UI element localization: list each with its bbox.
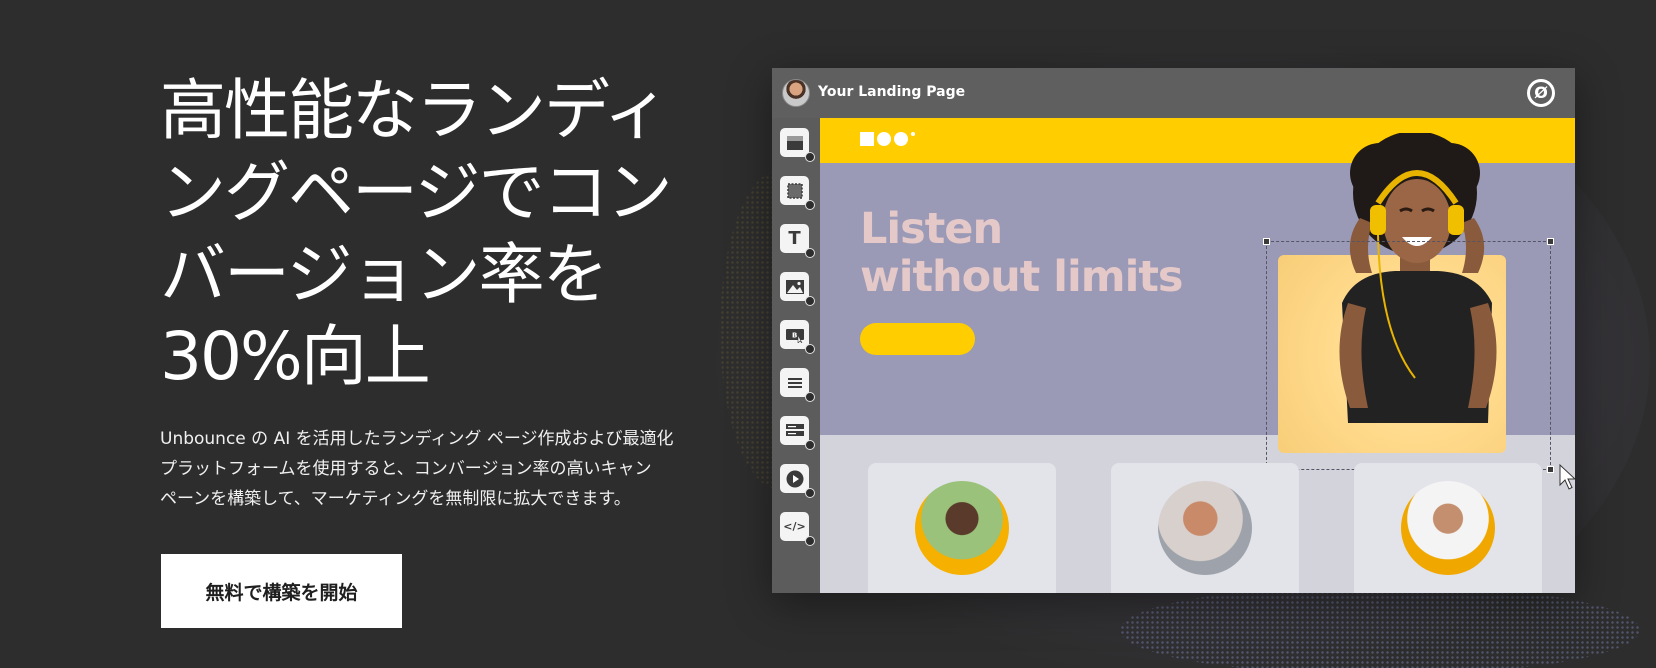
hero-title: 高性能なランディ ングページでコン バージョン率を 30%向上 xyxy=(160,72,673,395)
listener-card[interactable] xyxy=(1111,463,1299,593)
mouse-cursor-icon xyxy=(1559,463,1575,490)
resize-handle[interactable] xyxy=(1263,238,1270,245)
decorative-dots-bottom xyxy=(1120,585,1640,668)
selection-box[interactable] xyxy=(1263,238,1554,473)
tool-badge-icon xyxy=(805,392,815,402)
listener-photo-avatar xyxy=(1158,481,1252,575)
tool-badge-icon xyxy=(805,296,815,306)
editor-canvas[interactable]: Listen without limits xyxy=(820,118,1575,593)
box-tool-icon[interactable] xyxy=(780,176,815,210)
video-tool-icon[interactable] xyxy=(780,464,815,498)
user-avatar[interactable] xyxy=(782,79,810,107)
listener-photo-avatar xyxy=(1401,481,1495,575)
editor-topbar: Your Landing Page Ø xyxy=(772,68,1575,118)
unbounce-logo-icon: Ø xyxy=(1527,79,1555,107)
page-cta-button[interactable] xyxy=(860,323,975,355)
form-tool-icon[interactable] xyxy=(780,368,815,402)
start-building-free-button[interactable]: 無料で構築を開始 xyxy=(161,554,402,628)
code-tool-icon[interactable]: </> xyxy=(780,512,815,546)
tool-badge-icon xyxy=(805,248,815,258)
tool-badge-icon xyxy=(805,152,815,162)
page-hero-section[interactable]: Listen without limits xyxy=(820,133,1575,490)
list-tool-icon[interactable] xyxy=(780,416,815,450)
image-tool-icon[interactable] xyxy=(780,272,815,306)
section-tool-icon[interactable] xyxy=(780,128,815,162)
listener-photo-avatar xyxy=(915,481,1009,575)
listener-card[interactable] xyxy=(868,463,1056,593)
text-tool-icon[interactable]: T xyxy=(780,224,815,258)
page-headline[interactable]: Listen without limits xyxy=(860,205,1260,301)
resize-handle[interactable] xyxy=(1547,466,1554,473)
listener-card[interactable] xyxy=(1354,463,1542,593)
tool-badge-icon xyxy=(805,344,815,354)
tool-badge-icon xyxy=(805,440,815,450)
editor-tool-sidebar: T B </> xyxy=(772,118,820,593)
svg-text:B: B xyxy=(792,331,797,339)
code-tool-glyph: </> xyxy=(783,520,806,533)
resize-handle[interactable] xyxy=(1547,238,1554,245)
landing-page-editor-preview: Your Landing Page Ø T B </> Listen witho… xyxy=(772,68,1575,593)
button-tool-icon[interactable]: B xyxy=(780,320,815,354)
hero-description: Unbounce の AI を活用したランディング ページ作成および最適化 プラ… xyxy=(160,429,674,509)
text-tool-glyph: T xyxy=(788,228,801,249)
tool-badge-icon xyxy=(805,536,815,546)
tool-badge-icon xyxy=(805,488,815,498)
tool-badge-icon xyxy=(805,200,815,210)
brand-logo-icon xyxy=(860,132,915,146)
editor-page-title: Your Landing Page xyxy=(818,84,966,100)
